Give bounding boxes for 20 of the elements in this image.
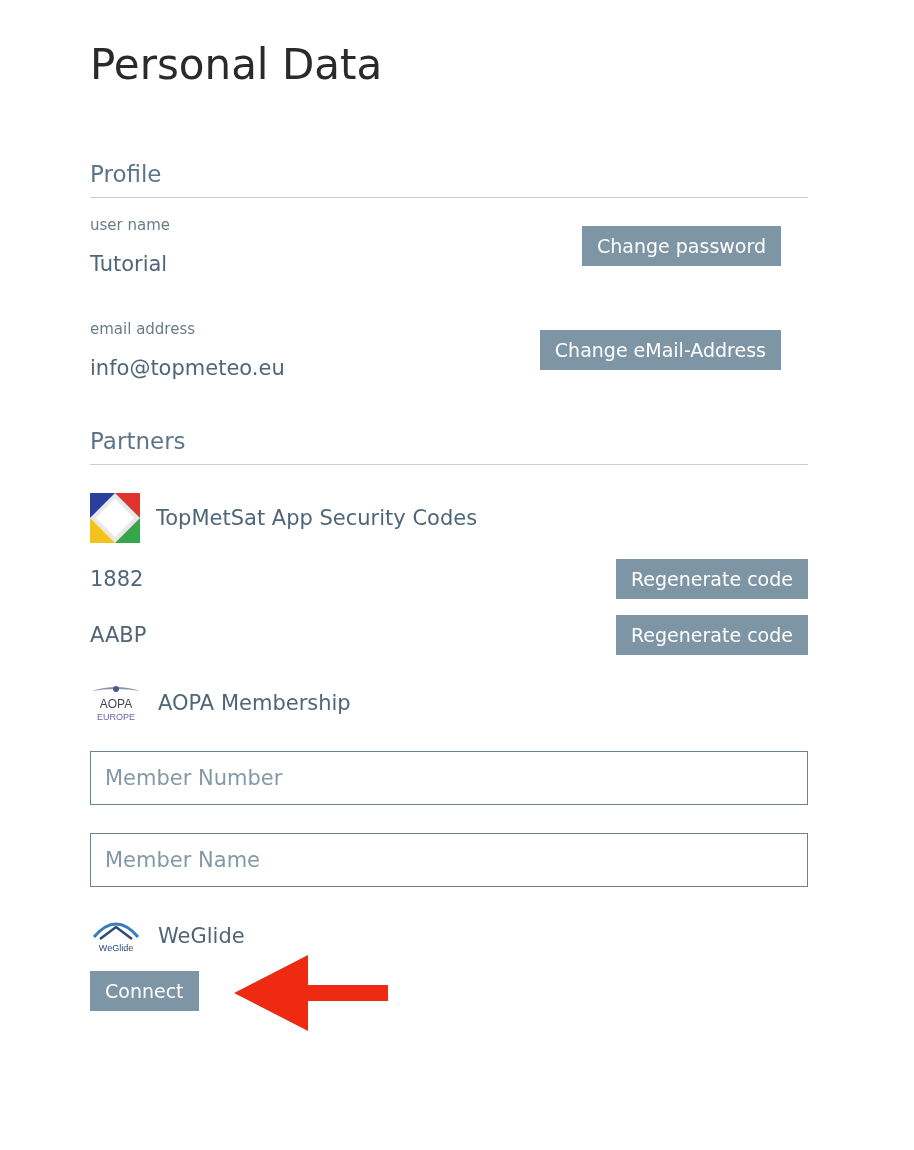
partner-title: TopMetSat App Security Codes — [156, 506, 478, 530]
input-field[interactable]: Member Name — [90, 833, 808, 887]
change-button[interactable]: Change eMail-Address — [539, 330, 781, 370]
colored-diamond-logo-icon — [90, 493, 140, 543]
input-field[interactable]: Member Number — [90, 751, 808, 805]
partner-title: AOPA Membership — [158, 691, 351, 715]
change-button[interactable]: Change password — [582, 226, 781, 266]
security-code: AABP — [90, 623, 147, 647]
field-value: info@topmeteo.eu — [90, 356, 285, 380]
regenerate-button[interactable]: Regenerate code — [616, 615, 808, 655]
regenerate-button[interactable]: Regenerate code — [616, 559, 808, 599]
page-title: Personal Data — [90, 40, 384, 89]
section-heading: Partners — [90, 428, 808, 465]
partner-title: WeGlide — [158, 924, 245, 948]
section-heading: Profile — [90, 161, 808, 198]
field-label: user name — [90, 216, 171, 234]
connect-button[interactable]: Connect — [90, 971, 199, 1011]
security-code: 1882 — [90, 567, 144, 591]
field-value: Tutorial — [90, 252, 169, 276]
field-label: email address — [90, 320, 197, 338]
